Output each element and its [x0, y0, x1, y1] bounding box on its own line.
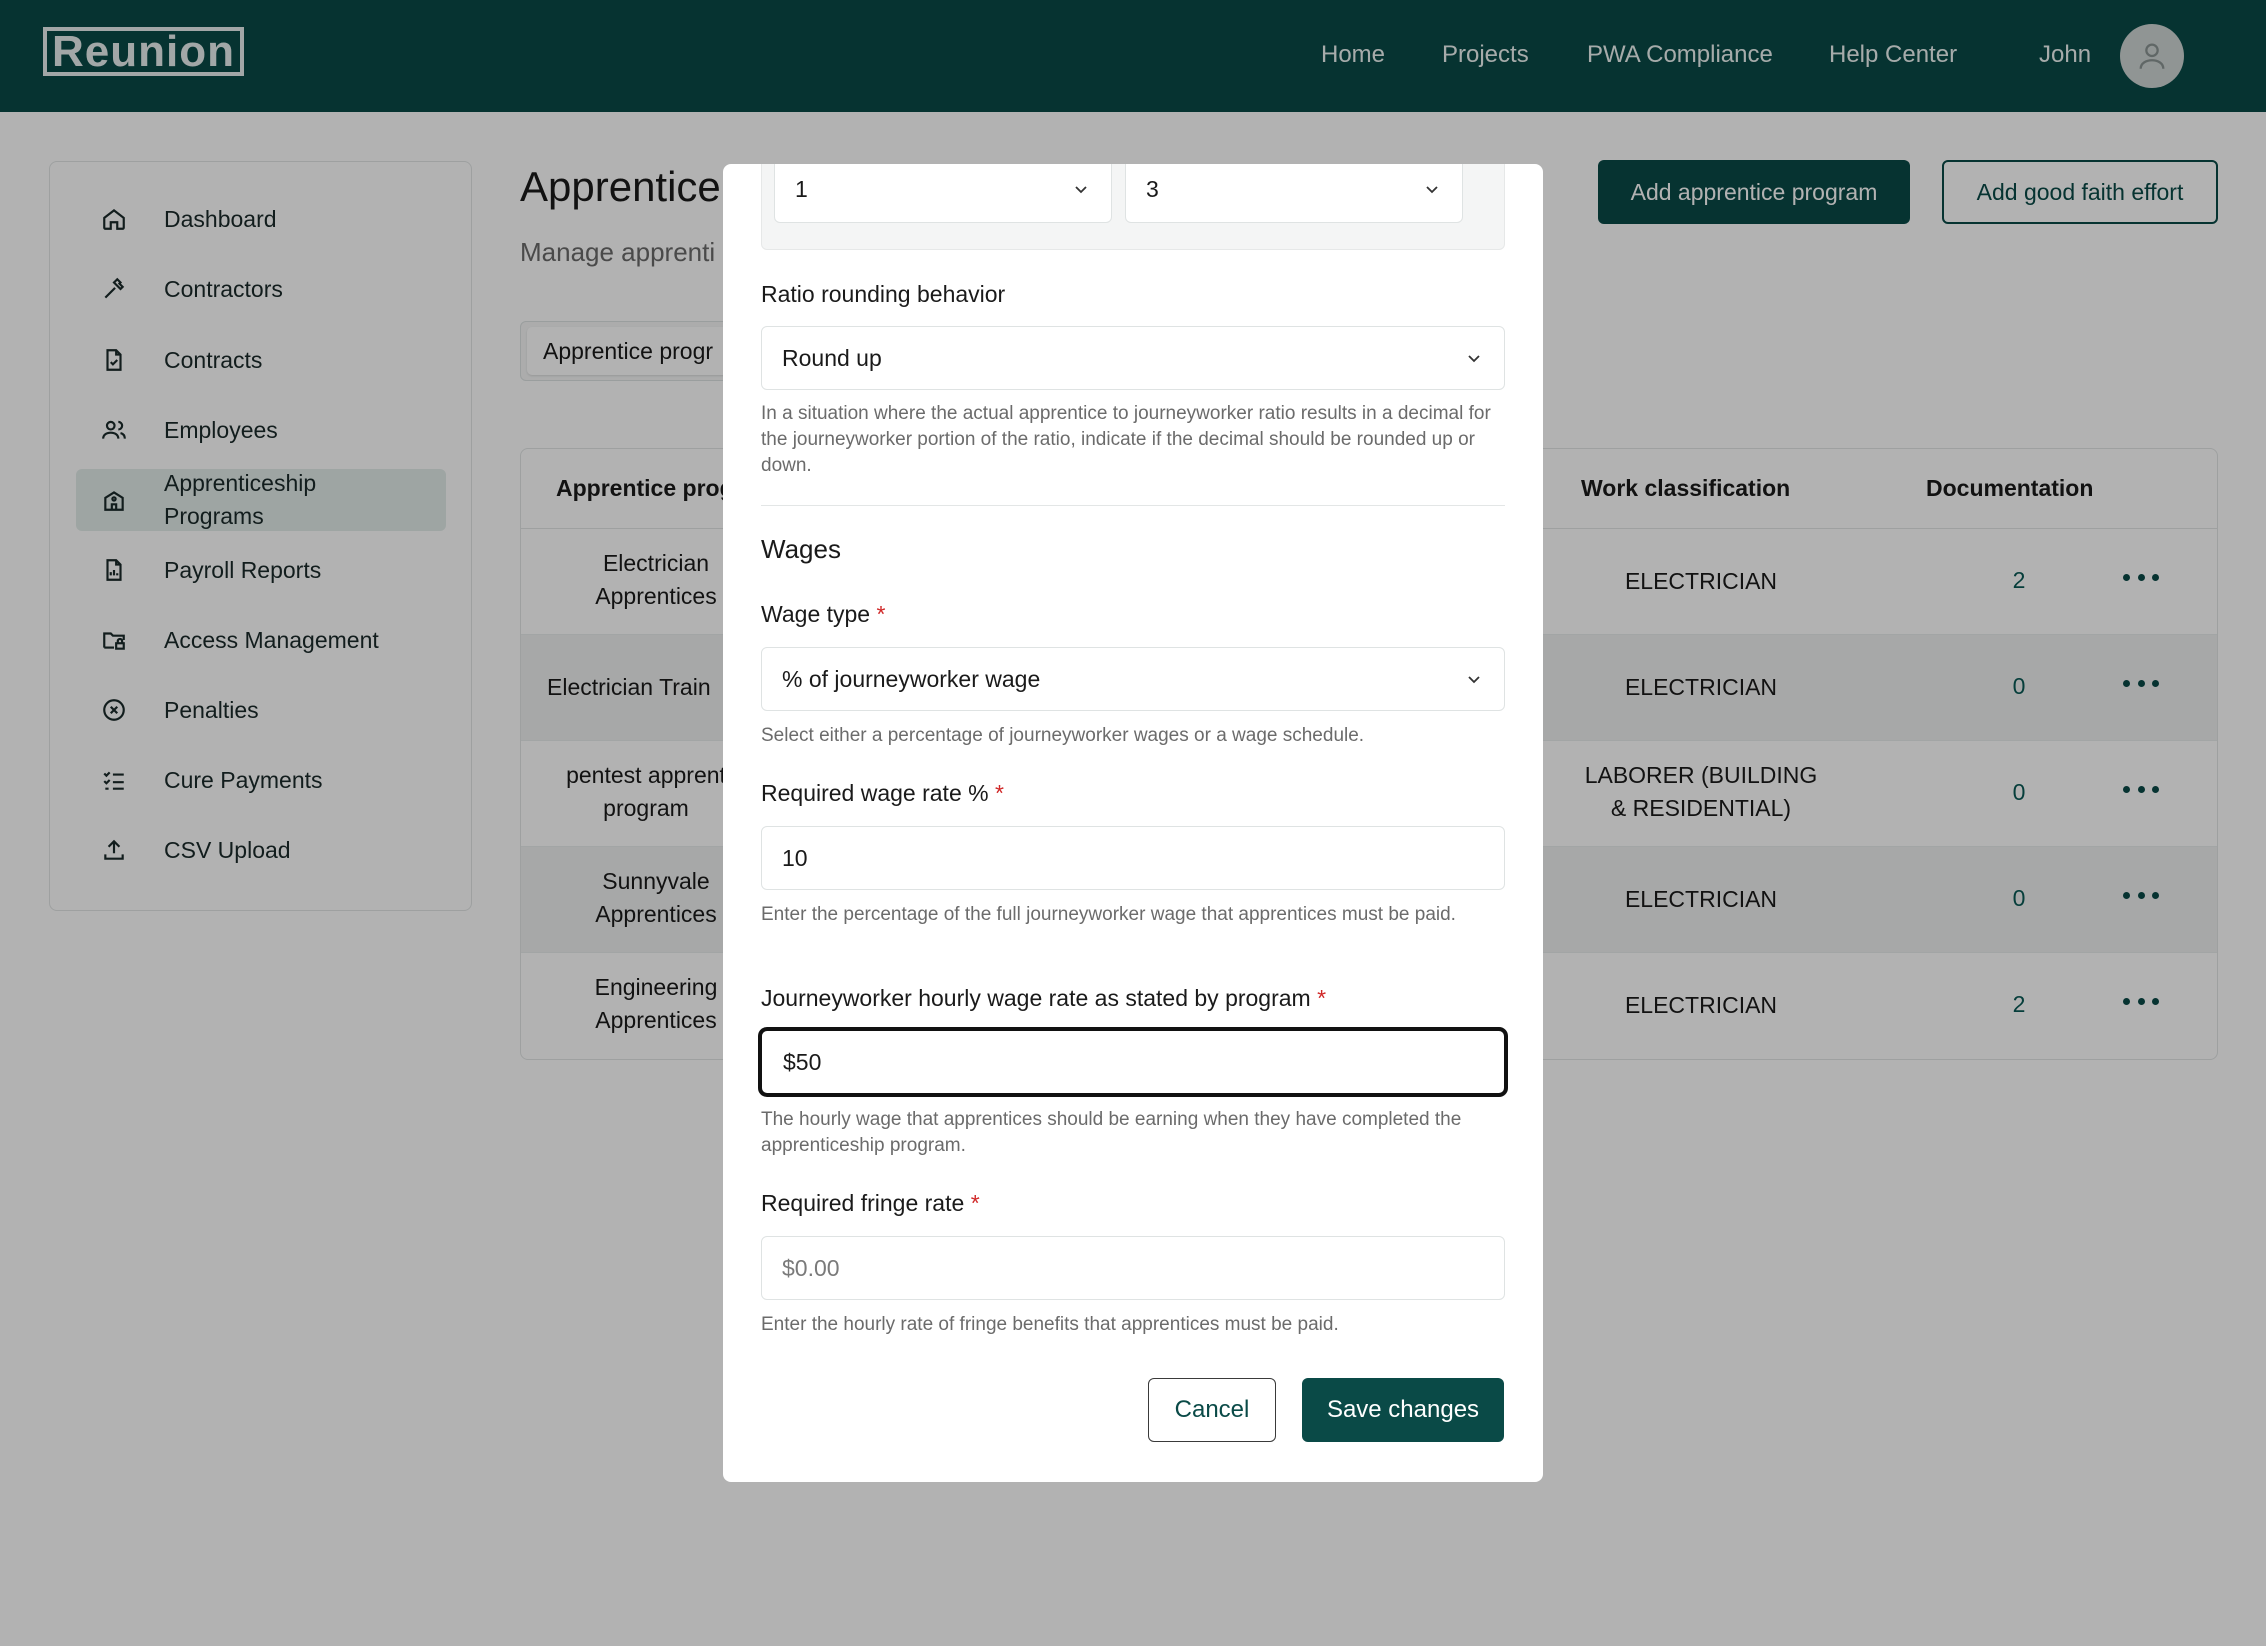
ratio-panel: 1 3 [761, 164, 1505, 250]
wage-rate-label: Required wage rate % * [761, 780, 1004, 806]
wage-rate-input[interactable]: 10 [761, 826, 1505, 890]
wage-rate-help-text: Enter the percentage of the full journey… [761, 904, 1456, 925]
wage-type-value: % of journeyworker wage [782, 665, 1041, 692]
rounding-value: Round up [782, 344, 882, 371]
section-divider [761, 505, 1505, 506]
required-marker: * [994, 780, 1004, 806]
rounding-select[interactable]: Round up [761, 326, 1505, 390]
journeyworker-ratio-select[interactable]: 3 [1125, 164, 1463, 223]
required-marker: * [1317, 985, 1327, 1011]
chevron-down-icon [1426, 186, 1438, 194]
chevron-down-icon [1075, 186, 1087, 194]
wage-type-help-text: Select either a percentage of journeywor… [761, 725, 1365, 746]
chevron-down-icon [1468, 355, 1480, 363]
cancel-button[interactable]: Cancel [1148, 1378, 1276, 1442]
edit-apprentice-program-modal: 1 3 Ratio rounding behavior Round up In … [723, 164, 1543, 1482]
journeyworker-ratio-value: 3 [1146, 175, 1159, 202]
wage-type-select[interactable]: % of journeyworker wage [761, 647, 1505, 711]
journeyworker-rate-help-text: The hourly wage that apprentices should … [761, 1109, 1462, 1156]
required-marker: * [970, 1190, 980, 1216]
chevron-down-icon [1468, 676, 1480, 684]
fringe-rate-help-text: Enter the hourly rate of fringe benefits… [761, 1314, 1339, 1335]
fringe-rate-label: Required fringe rate * [761, 1190, 980, 1216]
journeyworker-rate-label: Journeyworker hourly wage rate as stated… [761, 985, 1327, 1011]
journeyworker-rate-input[interactable]: $50 [758, 1027, 1508, 1097]
save-changes-button[interactable]: Save changes [1302, 1378, 1504, 1442]
wages-section-heading: Wages [761, 534, 841, 564]
rounding-label: Ratio rounding behavior [761, 281, 1006, 307]
wage-type-label: Wage type * [761, 601, 886, 627]
rounding-help-text: In a situation where the actual apprenti… [761, 403, 1491, 476]
required-marker: * [876, 601, 886, 627]
apprentice-ratio-select[interactable]: 1 [774, 164, 1112, 223]
fringe-rate-input[interactable]: $0.00 [761, 1236, 1505, 1300]
apprentice-ratio-value: 1 [795, 175, 808, 202]
